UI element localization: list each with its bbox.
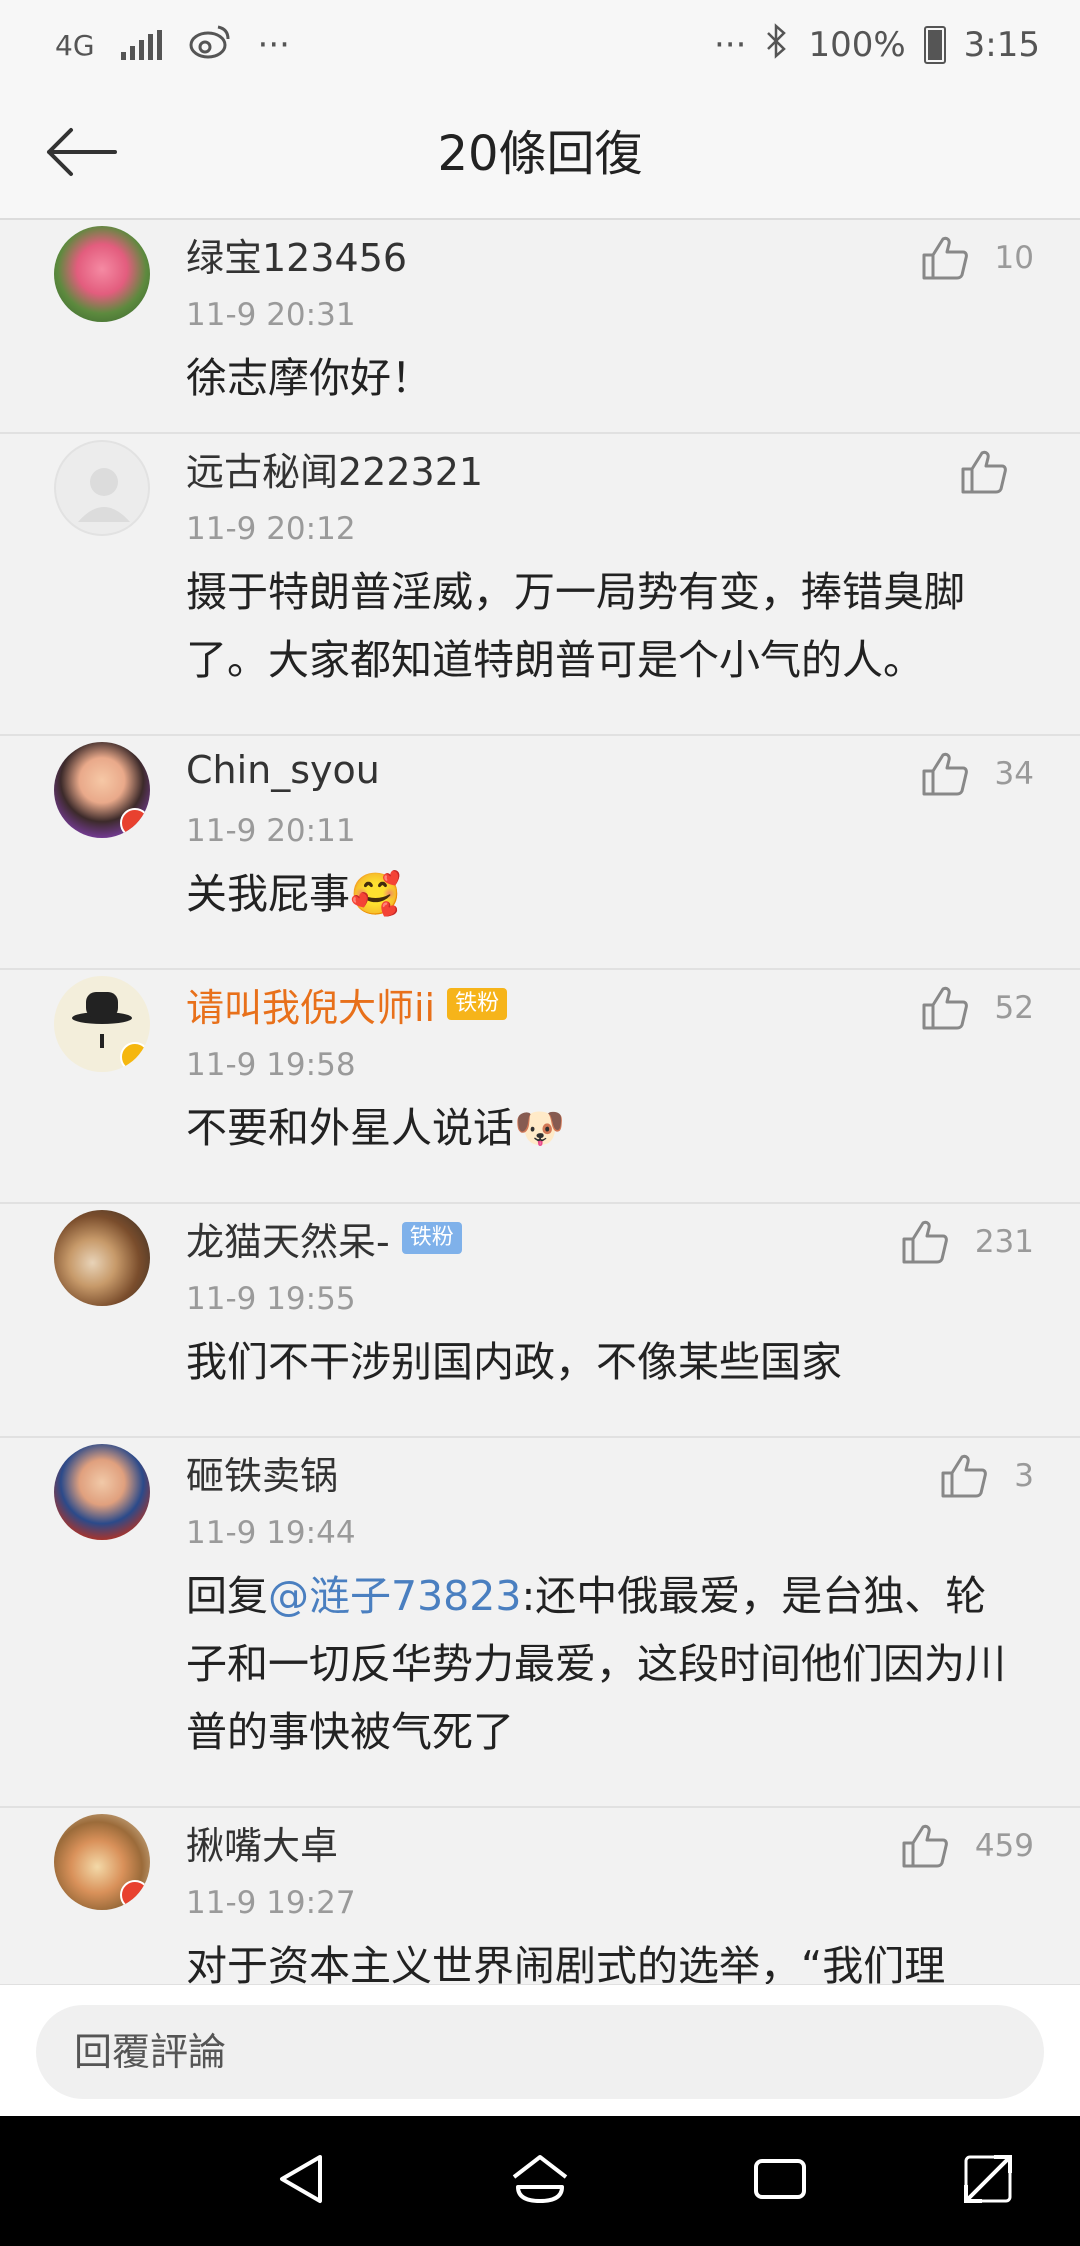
comment-item: 远古秘闻222321 11-9 20:12 摄于特朗普淫威，万一局势有变，捧错臭… bbox=[0, 434, 1080, 736]
avatar[interactable] bbox=[54, 742, 150, 838]
avatar[interactable] bbox=[54, 976, 150, 1072]
header: 20條回復 bbox=[0, 90, 1080, 220]
comment-list[interactable]: 绿宝123456 11-9 20:31 徐志摩你好！ 10 远古秘闻222321… bbox=[0, 220, 1080, 1984]
fan-badge: 铁粉 bbox=[401, 1222, 462, 1254]
like-count: 459 bbox=[974, 1828, 1034, 1864]
like-count: 10 bbox=[994, 240, 1034, 276]
verified-badge-icon bbox=[120, 1880, 150, 1910]
comment-item: 龙猫天然呆- 铁粉 11-9 19:55 我们不干涉别国内政，不像某些国家 23… bbox=[0, 1204, 1080, 1438]
home-icon bbox=[510, 2151, 570, 2211]
username[interactable]: 揪嘴大卓 bbox=[186, 1815, 338, 1870]
thumbs-up-icon bbox=[901, 1219, 949, 1265]
timestamp: 11-9 20:31 bbox=[186, 297, 356, 333]
comment-item: 请叫我倪大师ii 铁粉 11-9 19:58 不要和外星人说话🐶 52 bbox=[0, 970, 1080, 1204]
like-button[interactable]: 459 bbox=[901, 1818, 1034, 1874]
nav-home-button[interactable] bbox=[510, 2151, 570, 2211]
comment-item: 砸铁卖锅 11-9 19:44 回复@涟子73823:还中俄最爱，是台独、轮子和… bbox=[0, 1438, 1080, 1808]
username[interactable]: 龙猫天然呆- bbox=[186, 1211, 390, 1266]
fan-badge: 铁粉 bbox=[447, 988, 508, 1020]
username[interactable]: 绿宝123456 bbox=[186, 227, 407, 282]
comment-item: 揪嘴大卓 11-9 19:27 对于资本主义世界闹剧式的选举，“我们理 459 bbox=[0, 1808, 1080, 1984]
navigation-bar bbox=[0, 2116, 1080, 2246]
thumbs-up-icon bbox=[901, 1823, 949, 1869]
status-bar: 4G ··· ··· 100% 3:15 bbox=[0, 0, 1080, 90]
more-status: ··· bbox=[714, 25, 747, 65]
like-button[interactable]: 34 bbox=[921, 746, 1034, 802]
timestamp: 11-9 19:58 bbox=[186, 1047, 356, 1083]
timestamp: 11-9 19:55 bbox=[186, 1281, 356, 1317]
username[interactable]: 砸铁卖锅 bbox=[186, 1445, 338, 1500]
comment-item: Chin_syou 11-9 20:11 关我屁事🥰 34 bbox=[0, 736, 1080, 970]
emoji-icon: 🐶 bbox=[514, 1104, 566, 1152]
recent-apps-icon bbox=[752, 2151, 808, 2211]
thumbs-up-icon bbox=[921, 751, 969, 797]
username[interactable]: Chin_syou bbox=[186, 748, 380, 792]
mention-link[interactable]: @涟子73823 bbox=[268, 1572, 521, 1620]
page-title: 20條回復 bbox=[437, 126, 643, 182]
like-count: 231 bbox=[974, 1224, 1034, 1260]
like-button[interactable] bbox=[960, 444, 1034, 500]
triangle-back-icon bbox=[274, 2151, 330, 2211]
reply-bar bbox=[0, 1984, 1080, 2117]
like-count: 34 bbox=[994, 756, 1034, 792]
username[interactable]: 请叫我倪大师ii bbox=[186, 977, 435, 1032]
like-button[interactable]: 3 bbox=[940, 1448, 1034, 1504]
nav-expand-button[interactable] bbox=[958, 2151, 1018, 2211]
network-indicator: 4G bbox=[55, 28, 95, 62]
thumbs-up-icon bbox=[921, 235, 969, 281]
comment-text: 回复@涟子73823:还中俄最爱，是台独、轮子和一切反华势力最爱，这段时间他们因… bbox=[186, 1572, 1006, 1756]
timestamp: 11-9 19:44 bbox=[186, 1515, 356, 1551]
back-button[interactable] bbox=[36, 112, 126, 196]
clock: 3:15 bbox=[963, 25, 1040, 65]
avatar[interactable] bbox=[54, 440, 150, 536]
comment-text: 摄于特朗普淫威，万一局势有变，捧错臭脚了。大家都知道特朗普可是个小气的人。 bbox=[186, 568, 965, 684]
arrow-left-icon bbox=[43, 124, 119, 184]
timestamp: 11-9 20:12 bbox=[186, 511, 356, 547]
avatar[interactable] bbox=[54, 1444, 150, 1540]
comment-item: 绿宝123456 11-9 20:31 徐志摩你好！ 10 bbox=[0, 220, 1080, 434]
bluetooth-icon bbox=[764, 22, 790, 68]
comment-text: 我们不干涉别国内政，不像某些国家 bbox=[186, 1338, 842, 1386]
username[interactable]: 远古秘闻222321 bbox=[186, 441, 483, 496]
timestamp: 11-9 20:11 bbox=[186, 813, 356, 849]
timestamp: 11-9 19:27 bbox=[186, 1885, 356, 1921]
nav-recent-button[interactable] bbox=[750, 2151, 810, 2211]
like-count: 52 bbox=[994, 990, 1034, 1026]
like-button[interactable]: 52 bbox=[921, 980, 1034, 1036]
signal-icon bbox=[120, 30, 162, 60]
nav-back-button[interactable] bbox=[272, 2151, 332, 2211]
reply-input[interactable] bbox=[36, 2005, 1044, 2099]
status-right: ··· 100% 3:15 bbox=[714, 20, 1040, 70]
battery-percent: 100% bbox=[808, 25, 906, 65]
like-button[interactable]: 10 bbox=[921, 230, 1034, 286]
battery-icon bbox=[923, 26, 946, 64]
thumbs-up-icon bbox=[960, 449, 1008, 495]
thumbs-up-icon bbox=[921, 985, 969, 1031]
like-count: 3 bbox=[1014, 1458, 1034, 1494]
verified-badge-icon bbox=[120, 808, 150, 838]
comment-text: 徐志摩你好！ bbox=[186, 354, 432, 402]
more-notifications: ··· bbox=[257, 25, 290, 65]
comment-text: 不要和外星人说话🐶 bbox=[186, 1104, 566, 1152]
avatar[interactable] bbox=[54, 1210, 150, 1306]
verified-badge-icon bbox=[120, 1042, 150, 1072]
expand-icon bbox=[960, 2151, 1016, 2211]
comment-text: 对于资本主义世界闹剧式的选举，“我们理 bbox=[186, 1942, 946, 1984]
status-left: 4G ··· bbox=[55, 20, 290, 70]
avatar[interactable] bbox=[54, 226, 150, 322]
comment-text: 关我屁事🥰 bbox=[186, 870, 402, 918]
avatar[interactable] bbox=[54, 1814, 150, 1910]
emoji-icon: 🥰 bbox=[350, 870, 402, 918]
weibo-icon bbox=[188, 23, 232, 68]
like-button[interactable]: 231 bbox=[901, 1214, 1034, 1270]
thumbs-up-icon bbox=[940, 1453, 988, 1499]
